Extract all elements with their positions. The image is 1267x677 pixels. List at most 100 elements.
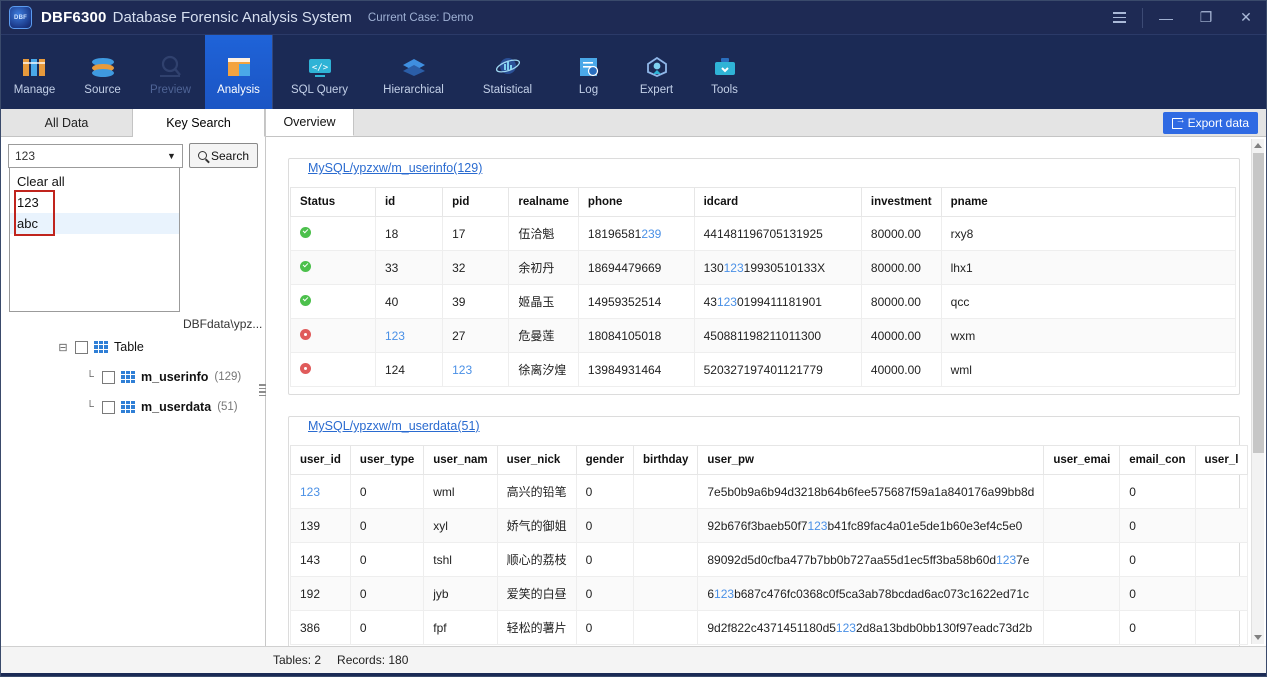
tree-node-count: (51) <box>217 401 238 413</box>
vertical-scrollbar[interactable] <box>1251 139 1264 644</box>
cell-user-email <box>1043 508 1121 543</box>
table-row[interactable]: 123 0 wml 高兴的铅笔 0 7e5b0b9a6b94d3218b64b6fee57… <box>290 474 1249 509</box>
search-dropdown-list[interactable]: Clear all 123 abc <box>9 167 180 312</box>
ribbon-item-tools[interactable]: Tools <box>691 35 759 109</box>
column-header-gender[interactable]: gender <box>575 445 634 475</box>
search-button[interactable]: Search <box>188 143 258 168</box>
tree-node-m_userinfo[interactable]: └ m_userinfo (129) <box>1 362 265 392</box>
left-tab-all-data[interactable]: All Data <box>1 109 133 137</box>
tree-root-node[interactable]: ⊟ Table <box>1 332 265 362</box>
column-header-user_l[interactable]: user_l <box>1194 445 1249 475</box>
column-header-investment[interactable]: investment <box>860 187 942 217</box>
analysis-icon <box>226 49 252 79</box>
column-header-user_id[interactable]: user_id <box>290 445 351 475</box>
search-input[interactable]: 123 <box>15 149 167 163</box>
checkbox-unchecked-icon[interactable] <box>102 370 115 384</box>
search-match-highlight: 123 <box>716 294 737 309</box>
cell-user-type: 0 <box>349 542 425 577</box>
checkbox-unchecked-icon[interactable] <box>75 340 88 354</box>
left-tab-key-search[interactable]: Key Search <box>133 109 265 137</box>
cell-email-con: 0 <box>1119 576 1196 611</box>
cell-email-con: 0 <box>1119 610 1196 645</box>
table-row[interactable]: 33 32 余初丹 18694479669 13012319930510133X 8000… <box>290 250 1237 285</box>
column-header-user_nick[interactable]: user_nick <box>496 445 577 475</box>
cell-user-pw: 89092d5d0cfba477b7bb0b727aa55d1ec5ff3ba5… <box>697 542 1045 577</box>
export-data-button[interactable]: Export data <box>1162 112 1258 134</box>
table-row[interactable]: 143 0 tshl 顺心的荔枝 0 89092d5d0cfba477b7bb0b727a… <box>290 542 1249 577</box>
ribbon-item-analysis[interactable]: Analysis <box>205 35 273 109</box>
dropdown-option-abc[interactable]: abc <box>10 213 179 234</box>
search-combo[interactable]: 123 ▼ <box>8 143 183 168</box>
column-header-user_pw[interactable]: user_pw <box>697 445 1045 475</box>
column-header-pid[interactable]: pid <box>442 187 510 217</box>
ribbon-item-log[interactable]: Log <box>555 35 623 109</box>
scroll-up-arrow-icon[interactable] <box>1254 143 1262 148</box>
status-error-icon <box>300 362 311 374</box>
cell-status <box>290 352 376 387</box>
export-data-label: Export data <box>1187 116 1249 130</box>
chevron-down-icon[interactable]: ▼ <box>167 151 176 161</box>
tree-node-count: (129) <box>214 371 242 383</box>
cell-user-pw: 9d2f822c4371451180d51232d8a13bdb0bb130f9… <box>697 610 1045 645</box>
ribbon-item-expert[interactable]: Expert <box>623 35 691 109</box>
table-row[interactable]: 386 0 fpf 轻松的薯片 0 9d2f822c4371451180d51232d8a… <box>290 610 1249 645</box>
splitter-grip-icon[interactable] <box>259 384 266 396</box>
close-icon[interactable]: ✕ <box>1226 1 1266 34</box>
cell-user-nick: 爱笑的白昼 <box>496 576 577 611</box>
ribbon-item-statistical[interactable]: Statistical <box>461 35 555 109</box>
ribbon-item-label: Statistical <box>482 83 533 96</box>
table-row[interactable]: 192 0 jyb 爱笑的白昼 0 6123b687c476fc0368c0f5ca3ab… <box>290 576 1249 611</box>
search-match-highlight: 123 <box>714 586 735 601</box>
cell-user-l <box>1194 576 1249 611</box>
column-header-user_emai[interactable]: user_emai <box>1043 445 1121 475</box>
table-row[interactable]: 124 123 徐离汐煌 13984931464 520327197401121779 4… <box>290 352 1237 387</box>
restore-icon[interactable]: ❐ <box>1186 1 1226 34</box>
column-header-id[interactable]: id <box>374 187 444 217</box>
table-grid-icon <box>94 341 108 353</box>
cell-phone: 14959352514 <box>577 284 695 319</box>
export-icon <box>1171 115 1186 129</box>
ribbon-item-label: Tools <box>711 83 738 96</box>
column-header-user_nam[interactable]: user_nam <box>423 445 498 475</box>
ribbon-item-sql-query[interactable]: </> SQL Query <box>273 35 367 109</box>
cell-id-value: 124 <box>384 362 405 377</box>
ribbon-item-label: Log <box>578 83 599 96</box>
collapse-icon[interactable]: ⊟ <box>57 341 69 354</box>
scroll-down-arrow-icon[interactable] <box>1254 635 1262 640</box>
main-body: All Data Key Search 123 ▼ Search DBFdata\… <box>1 109 1266 646</box>
cell-pid: 32 <box>442 250 510 285</box>
cell-pname: wxm <box>940 318 1237 353</box>
dropdown-option-123[interactable]: 123 <box>10 192 179 213</box>
ribbon-item-hierarchical[interactable]: Hierarchical <box>367 35 461 109</box>
checkbox-unchecked-icon[interactable] <box>102 400 115 414</box>
cell-email-con: 0 <box>1119 508 1196 543</box>
table-row[interactable]: 40 39 姬晶玉 14959352514 431230199411181901 8000… <box>290 284 1237 319</box>
cell-idcard: 450881198211011300 <box>693 318 862 353</box>
ribbon-item-manage[interactable]: Manage <box>1 35 69 109</box>
column-header-email_con[interactable]: email_con <box>1119 445 1196 475</box>
table-row[interactable]: 18 17 伍洽魁 18196581239 441481196705131925 8000… <box>290 216 1237 251</box>
scroll-thumb[interactable] <box>1253 153 1264 453</box>
column-header-phone[interactable]: phone <box>577 187 695 217</box>
cell-gender: 0 <box>575 576 634 611</box>
cell-user-l <box>1194 474 1249 509</box>
minimize-icon[interactable]: — <box>1146 1 1186 34</box>
column-header-user_type[interactable]: user_type <box>349 445 425 475</box>
table-row[interactable]: 139 0 xyl 娇气的御姐 0 92b676f3baeb50f7123b41fc89f… <box>290 508 1249 543</box>
column-header-realname[interactable]: realname <box>508 187 579 217</box>
column-header-birthday[interactable]: birthday <box>632 445 699 475</box>
table-title-link[interactable]: MySQL/ypzxw/m_userinfo(129) <box>302 161 489 175</box>
column-header-pname[interactable]: pname <box>940 187 1237 217</box>
table-row[interactable]: 123 27 危曼莲 18084105018 450881198211011300 400… <box>290 318 1237 353</box>
column-header-Status[interactable]: Status <box>290 187 376 217</box>
hamburger-icon[interactable] <box>1099 1 1139 34</box>
tab-overview[interactable]: Overview <box>266 109 354 136</box>
cell-pid-value: 17 <box>452 226 466 241</box>
ribbon-item-source[interactable]: Source <box>69 35 137 109</box>
cell-user-type: 0 <box>349 576 425 611</box>
column-header-idcard[interactable]: idcard <box>693 187 862 217</box>
cell-realname: 徐离汐煌 <box>508 352 579 387</box>
tree-node-m_userdata[interactable]: └ m_userdata (51) <box>1 392 265 422</box>
dropdown-option-clear-all[interactable]: Clear all <box>10 171 179 192</box>
table-title-link[interactable]: MySQL/ypzxw/m_userdata(51) <box>302 419 486 433</box>
